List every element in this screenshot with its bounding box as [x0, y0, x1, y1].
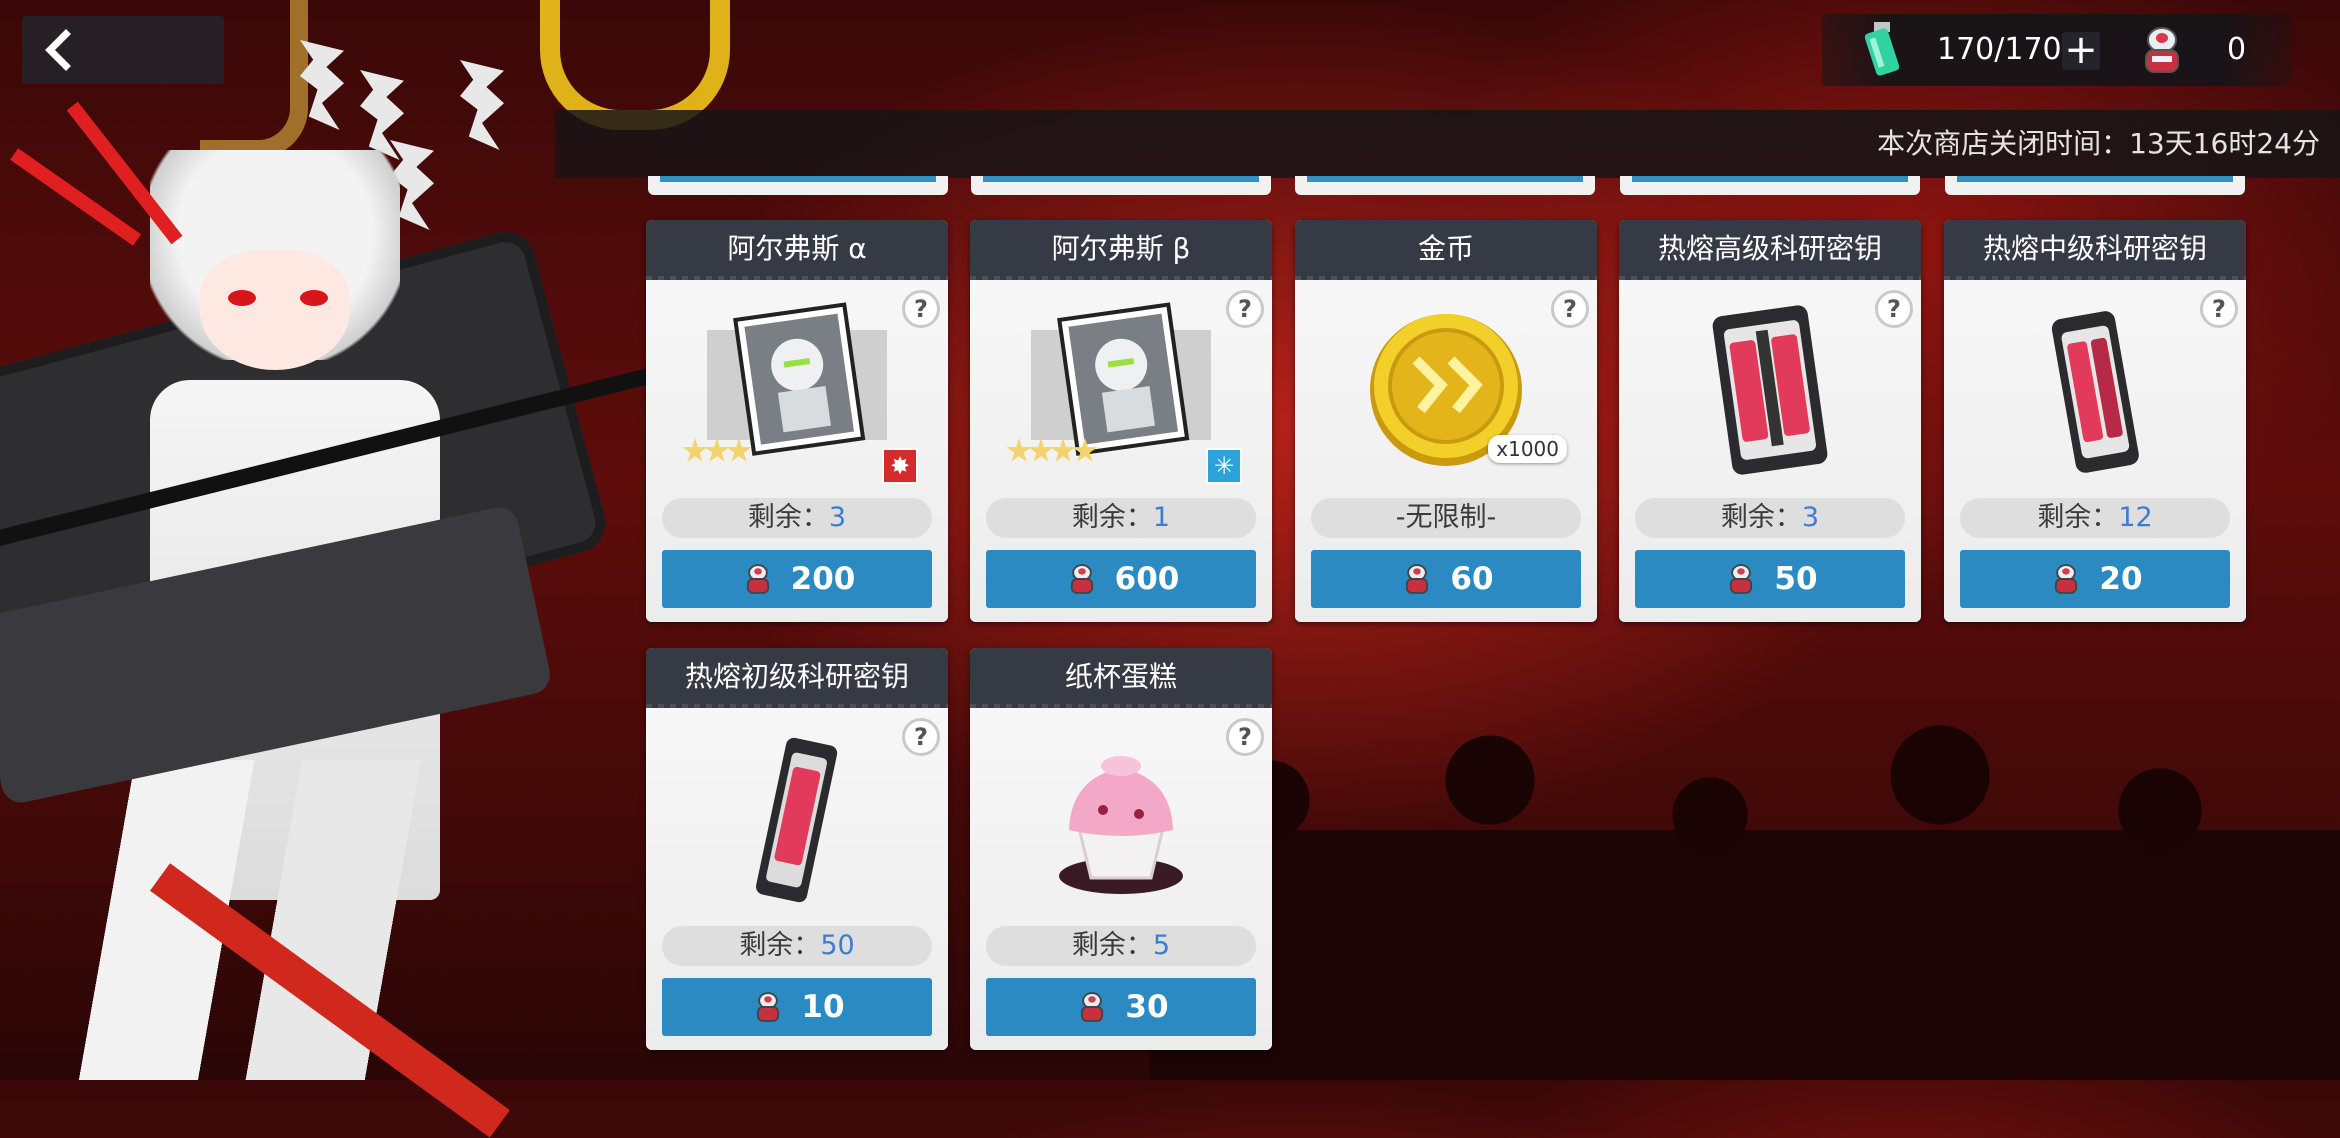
- partial-card: [1620, 176, 1920, 195]
- item-price: 30: [1125, 989, 1169, 1025]
- item-price: 10: [801, 989, 845, 1025]
- item-name: 纸杯蛋糕: [1064, 660, 1177, 693]
- crowd-silhouette-background: [1150, 720, 2340, 1080]
- research-key-intermediate-icon: [2051, 311, 2139, 473]
- shop-currency-icon: [757, 992, 780, 1022]
- help-icon[interactable]: ?: [2200, 290, 2238, 328]
- partial-card: [971, 176, 1271, 195]
- research-key-advanced-icon: [1712, 305, 1828, 475]
- remaining-stock: -无限制-: [1311, 498, 1581, 538]
- buy-button[interactable]: 30: [986, 978, 1256, 1036]
- remaining-stock: 剩余：3: [1635, 498, 1905, 538]
- item-name: 阿尔弗斯 β: [1051, 232, 1191, 265]
- resource-bar: 170/170 + 0: [1822, 14, 2292, 86]
- buy-button[interactable]: 20: [1960, 550, 2230, 608]
- help-icon[interactable]: ?: [1226, 290, 1264, 328]
- remaining-stock: 剩余：3: [662, 498, 932, 538]
- shop-item-card[interactable]: 热熔初级科研密钥 ? 剩余：50 10: [646, 648, 948, 1050]
- buy-button[interactable]: 50: [1635, 550, 1905, 608]
- cupcake-icon: [1059, 756, 1183, 894]
- shop-item-card[interactable]: 热熔中级科研密钥 ? 剩余：12 20: [1944, 220, 2246, 622]
- item-price: 60: [1450, 561, 1494, 597]
- shop-item-card[interactable]: 阿尔弗斯 β ? ✳ 剩余：1 600: [970, 220, 1272, 622]
- currency-value: 0: [2227, 32, 2247, 67]
- remaining-stock: 剩余：50: [662, 926, 932, 966]
- partial-card: [1295, 176, 1595, 195]
- shop-item-card[interactable]: 热熔高级科研密钥 ? 剩余：3 50: [1619, 220, 1921, 622]
- attribute-badge-icon: ✳: [1206, 448, 1242, 484]
- help-icon[interactable]: ?: [902, 290, 940, 328]
- item-price: 20: [2099, 561, 2143, 597]
- chevron-left-icon: [45, 29, 71, 71]
- remaining-stock: 剩余：12: [1960, 498, 2230, 538]
- stamina-vial-icon: [1864, 22, 1900, 76]
- item-price: 600: [1114, 561, 1180, 597]
- buy-button[interactable]: 60: [1311, 550, 1581, 608]
- shop-info-bar: 本次商店关闭时间：13天16时24分: [555, 110, 2340, 178]
- item-name: 金币: [1417, 232, 1474, 265]
- item-name: 热熔初级科研密钥: [684, 660, 909, 693]
- buy-button[interactable]: 200: [662, 550, 932, 608]
- shop-closing-time: 本次商店关闭时间：13天16时24分: [1877, 127, 2320, 160]
- shop-currency-icon: [2055, 564, 2078, 594]
- help-icon[interactable]: ?: [902, 718, 940, 756]
- shop-currency-icon: [1406, 564, 1429, 594]
- rarity-stars: [1006, 438, 1098, 464]
- shop-item-card[interactable]: 纸杯蛋糕 ? 剩余：5 30: [970, 648, 1272, 1050]
- back-button[interactable]: [22, 16, 224, 84]
- shop-item-card[interactable]: 金币 ? x1000 -无限制- 60: [1295, 220, 1597, 622]
- research-key-basic-icon: [756, 737, 838, 903]
- item-name: 热熔高级科研密钥: [1657, 232, 1882, 265]
- item-quantity: x1000: [1488, 435, 1567, 463]
- shop-currency-icon: [1070, 564, 1093, 594]
- shop-currency-icon: [1730, 564, 1753, 594]
- shop-currency-icon: [2145, 27, 2179, 73]
- buy-button[interactable]: 600: [986, 550, 1256, 608]
- shop-currency-icon: [1081, 992, 1104, 1022]
- buy-button[interactable]: 10: [662, 978, 932, 1036]
- character-illustration: [0, 0, 730, 1138]
- help-icon[interactable]: ?: [1226, 718, 1264, 756]
- remaining-stock: 剩余：1: [986, 498, 1256, 538]
- help-icon[interactable]: ?: [1551, 290, 1589, 328]
- stamina-value: 170/170: [1937, 32, 2062, 67]
- rarity-stars: [682, 438, 752, 464]
- partial-card: [648, 176, 948, 195]
- item-price: 200: [790, 561, 856, 597]
- add-stamina-button[interactable]: +: [2062, 30, 2100, 70]
- help-icon[interactable]: ?: [1875, 290, 1913, 328]
- item-price: 50: [1774, 561, 1818, 597]
- item-name: 阿尔弗斯 α: [727, 232, 867, 265]
- remaining-stock: 剩余：5: [986, 926, 1256, 966]
- item-name: 热熔中级科研密钥: [1982, 232, 2207, 265]
- attribute-badge-icon: ✸: [882, 448, 918, 484]
- shop-currency-icon: [746, 564, 769, 594]
- shop-item-card[interactable]: 阿尔弗斯 α ? ✸ 剩余：3 200: [646, 220, 948, 622]
- partial-card: [1945, 176, 2245, 195]
